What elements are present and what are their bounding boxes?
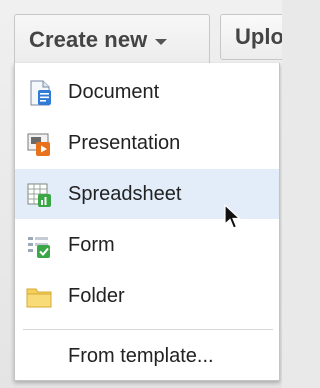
create-new-button[interactable]: Create new (14, 14, 210, 64)
upload-label: Uplo (235, 24, 282, 49)
document-icon (30, 80, 51, 106)
presentation-icon (27, 133, 50, 156)
menu-item-label: Document (68, 80, 160, 103)
create-new-label: Create new (29, 26, 148, 52)
menu-item-label: Form (68, 233, 115, 256)
menu-item-presentation[interactable]: Presentation (15, 118, 279, 168)
form-icon (28, 237, 50, 258)
menu-item-document[interactable]: Document (15, 67, 279, 117)
folder-icon (26, 288, 52, 308)
app-window: Create new Uplo Document Presentation Sp… (0, 0, 282, 388)
chevron-down-icon (155, 38, 168, 45)
menu-item-label: Spreadsheet (68, 182, 182, 205)
menu-item-spreadsheet[interactable]: Spreadsheet (15, 169, 279, 219)
upload-button[interactable]: Uplo (220, 14, 282, 60)
spreadsheet-icon (27, 183, 51, 207)
menu-item-folder[interactable]: Folder (15, 271, 279, 321)
menu-divider (23, 329, 273, 330)
menu-item-label: Presentation (68, 131, 181, 154)
menu-item-label: Folder (68, 284, 125, 307)
menu-item-from-template[interactable]: From template... (15, 331, 279, 381)
toolbar: Create new Uplo (0, 0, 282, 66)
menu-item-form[interactable]: Form (15, 220, 279, 270)
create-new-menu: Document Presentation Spreadsheet Form F… (14, 63, 280, 381)
menu-item-label: From template... (68, 344, 214, 367)
